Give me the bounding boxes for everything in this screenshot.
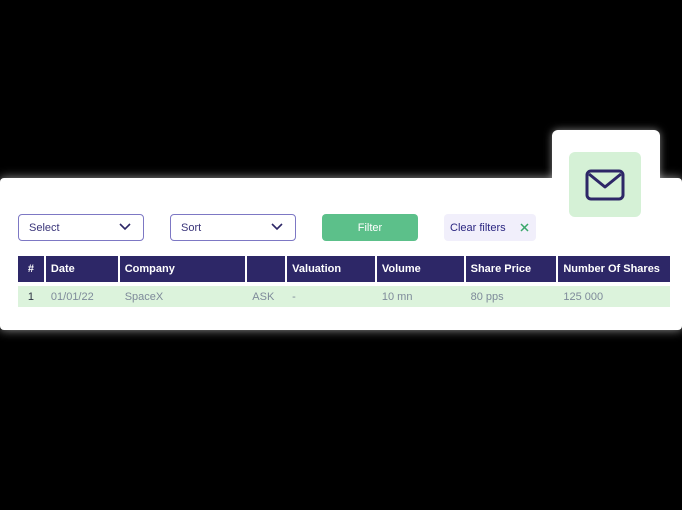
close-icon [520,223,529,232]
column-header-side [247,256,286,282]
select-dropdown[interactable]: Select [18,214,144,241]
column-header-number[interactable]: # [18,256,44,282]
sort-label: Sort [181,221,202,234]
column-header-share-price[interactable]: Share Price [465,256,557,282]
cell-number-of-shares: 125 000 [563,290,604,303]
column-header-date[interactable]: Date [45,256,118,282]
cell-side: ASK [252,290,275,303]
cell-date: 01/01/22 [50,290,94,303]
filter-button-label: Filter [357,221,383,234]
chevron-down-icon [271,223,283,231]
chevron-down-icon [119,223,131,231]
sort-dropdown[interactable]: Sort [170,214,296,241]
cell-share-price: 80 pps [470,290,504,303]
envelope-icon [585,169,625,200]
mail-button[interactable] [569,152,641,217]
column-header-valuation[interactable]: Valuation [287,256,375,282]
clear-filters-label: Clear filters [450,221,506,234]
column-header-company[interactable]: Company [119,256,246,282]
column-header-number-of-shares[interactable]: Number Of Shares [558,256,670,282]
table-row[interactable]: 1 01/01/22 SpaceX ASK - 10 mn 80 pps 125… [18,286,670,307]
cell-volume: 10 mn [381,290,413,303]
select-label: Select [29,221,60,234]
cell-valuation: - [292,290,296,303]
cell-number: 1 [27,290,35,303]
cell-company: SpaceX [124,290,164,303]
column-header-volume[interactable]: Volume [376,256,464,282]
filter-button[interactable]: Filter [322,214,418,241]
clear-filters-button[interactable]: Clear filters [444,214,536,241]
table-header: # Date Company Valuation Volume Share Pr… [18,256,670,282]
